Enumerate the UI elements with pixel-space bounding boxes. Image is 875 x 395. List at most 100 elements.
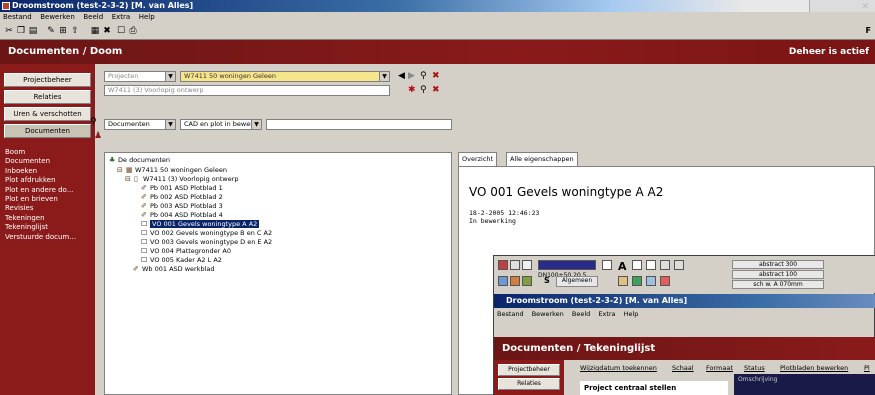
previous-icon[interactable]: ◀ [398, 71, 405, 82]
col-schaal[interactable]: Schaal [672, 364, 694, 372]
algemeen-select[interactable]: Algemeen [556, 276, 598, 287]
abstract-300[interactable]: abstract 300 [732, 260, 824, 269]
properties-icon[interactable]: ⊞ [58, 26, 68, 36]
binoculars-icon[interactable]: ⚲ [420, 71, 427, 82]
project-type-select[interactable]: Projecten ▼ [104, 71, 176, 82]
tree-root[interactable]: ♣ De documenten [109, 156, 170, 164]
overlay-menu-help[interactable]: Help [621, 310, 642, 318]
line-icon[interactable] [646, 260, 656, 270]
overlay-menu-bewerken[interactable]: Bewerken [529, 310, 567, 318]
sidebar-button-documenten[interactable]: Documenten [4, 124, 91, 138]
sidebar-item-inboeken[interactable]: Inboeken [0, 167, 95, 176]
overlay-menu-bestand[interactable]: Bestand [494, 310, 527, 318]
clear-icon[interactable]: ✖ [432, 71, 440, 82]
fill-icon[interactable] [660, 260, 670, 270]
col-plotbladen[interactable]: Plotbladen bewerken [780, 364, 848, 372]
window-titlebar[interactable]: Droomstroom (test-2-3-2) [M. van Alles] [0, 0, 875, 12]
menu-extra[interactable]: Extra [109, 12, 133, 22]
select-icon[interactable] [632, 260, 642, 270]
chevron-down-icon[interactable]: ▼ [251, 120, 261, 129]
menu-beeld[interactable]: Beeld [80, 12, 106, 22]
up-icon[interactable]: ⇧ [70, 26, 80, 36]
phase-select[interactable]: W7411 (3) Voorlopig ontwerp [104, 85, 390, 96]
chevron-down-icon[interactable]: ▼ [165, 120, 175, 129]
overlay-titlebar[interactable]: Droomstroom (test-2-3-2) [M. van Alles] [494, 294, 875, 308]
tree-item[interactable]: ☐ VO 004 Plattegronder A0 [141, 247, 231, 255]
tree-item[interactable]: ✐ Pb 002 ASD Plotblad 2 [141, 193, 223, 201]
search-input[interactable] [266, 119, 452, 130]
binoculars-icon[interactable]: ⚲ [90, 117, 97, 128]
col-pl[interactable]: Pl [864, 364, 870, 372]
layer-icon[interactable] [522, 260, 532, 270]
user-icon[interactable]: ♟ [94, 131, 102, 142]
print-icon[interactable]: ⎙ [128, 26, 138, 36]
next-icon[interactable]: ▶ [408, 71, 415, 82]
chevron-down-icon[interactable]: ▼ [379, 72, 389, 81]
settings-icon[interactable]: ✱ [408, 85, 416, 96]
tree-item[interactable]: ☐ VO 003 Gevels woningtype D en E A2 [141, 238, 272, 246]
drawing-icon[interactable] [498, 260, 508, 270]
zoom-icon[interactable] [674, 260, 684, 270]
col-status[interactable]: Status [744, 364, 765, 372]
new-document-icon[interactable]: ▦ [90, 26, 100, 36]
menu-bewerken[interactable]: Bewerken [37, 12, 78, 22]
page-icon[interactable]: ☐ [116, 26, 126, 36]
color-bar-icon[interactable] [538, 260, 596, 270]
save-icon[interactable] [510, 276, 520, 286]
sidebar-button-projectbeheer[interactable]: Projectbeheer [4, 73, 91, 87]
tab-overzicht[interactable]: Overzicht [458, 152, 498, 166]
menu-help[interactable]: Help [136, 12, 158, 22]
overlay-menu-beeld[interactable]: Beeld [569, 310, 593, 318]
sidebar-item-verstuurde[interactable]: Verstuurde docum... [0, 233, 95, 242]
color-icon[interactable] [660, 276, 670, 286]
tree-project-node[interactable]: ⊟ ▦ W7411 50 woningen Geleen [117, 166, 227, 174]
col-wijzigdatum[interactable]: Wijzigdatum toekennen [580, 364, 657, 372]
tree-item[interactable]: ✐ Pb 004 ASD Plotblad 4 [141, 211, 223, 219]
delete-icon[interactable]: ✖ [102, 26, 112, 36]
tree-item[interactable]: ☐ VO 002 Gevels woningtype B en C A2 [141, 229, 272, 237]
snap-icon[interactable] [510, 260, 520, 270]
sidebar-item-plot-brieven[interactable]: Plot en brieven [0, 195, 95, 204]
tree-icon[interactable] [632, 276, 642, 286]
sidebar-item-boom[interactable]: Boom [0, 148, 95, 157]
open-icon[interactable] [498, 276, 508, 286]
tree-item[interactable]: ✐ Pb 003 ASD Plotblad 3 [141, 202, 223, 210]
tab-alle-eigenschappen[interactable]: Alle eigenschappen [506, 152, 578, 166]
hatch-label[interactable]: sch w. A 070mm [732, 280, 824, 289]
tree-item[interactable]: ✐ Wb 001 ASD werkblad [133, 265, 215, 273]
s-label[interactable]: S [544, 276, 550, 285]
clear-icon[interactable]: ✖ [432, 85, 440, 96]
menu-bestand[interactable]: Bestand [0, 12, 35, 22]
copy-icon[interactable]: ❐ [16, 26, 26, 36]
sidebar-item-revisies[interactable]: Revisies [0, 204, 95, 213]
sidebar-button-relaties[interactable]: Relaties [4, 90, 91, 104]
overlay-sidebar-button-relaties[interactable]: Relaties [498, 378, 560, 390]
binoculars-icon[interactable]: ⚲ [420, 85, 427, 96]
tree-phase-node[interactable]: ⊟ ▯ W7411 (3) Voorlopig ontwerp [125, 175, 239, 183]
checkbox-icon[interactable] [602, 260, 612, 270]
edit-icon[interactable]: ✎ [46, 26, 56, 36]
overlay-menu-extra[interactable]: Extra [595, 310, 618, 318]
abstract-100[interactable]: abstract 100 [732, 270, 824, 279]
tree-item[interactable]: ☐ VO 005 Kader A2 L A2 [141, 256, 222, 264]
paste-icon[interactable]: ▤ [28, 26, 38, 36]
doc-type-select[interactable]: Documenten ▼ [104, 119, 176, 130]
overlay-project-button[interactable]: Project centraal stellen [580, 381, 728, 395]
cut-icon[interactable]: ✂ [4, 26, 14, 36]
tool-icon[interactable] [522, 276, 532, 286]
sidebar-button-uren[interactable]: Uren & verschotten [4, 107, 91, 121]
sidebar-item-tekeningen[interactable]: Tekeningen [0, 214, 95, 223]
sidebar-item-plot-afdrukken[interactable]: Plot afdrukken [0, 176, 95, 185]
overlay-sidebar-button-projectbeheer[interactable]: Projectbeheer [498, 364, 560, 376]
chevron-down-icon[interactable]: ▼ [165, 72, 175, 81]
tree-item[interactable]: ✐ Pb 001 ASD Plotblad 1 [141, 184, 223, 192]
sidebar-item-tekeninglijst[interactable]: Tekeninglijst [0, 223, 95, 232]
tree-item-selected[interactable]: ☐ VO 001 Gevels woningtype A A2 [141, 220, 260, 228]
text-a-label[interactable]: A [618, 260, 627, 273]
symbol-icon[interactable] [618, 276, 628, 286]
doc-filter-select[interactable]: CAD en plot in bewerk ▼ [180, 119, 262, 130]
expand-icon[interactable]: ⊟ [125, 175, 134, 183]
expand-icon[interactable]: ⊟ [117, 166, 126, 174]
grid-icon[interactable] [646, 276, 656, 286]
col-formaat[interactable]: Formaat [706, 364, 733, 372]
